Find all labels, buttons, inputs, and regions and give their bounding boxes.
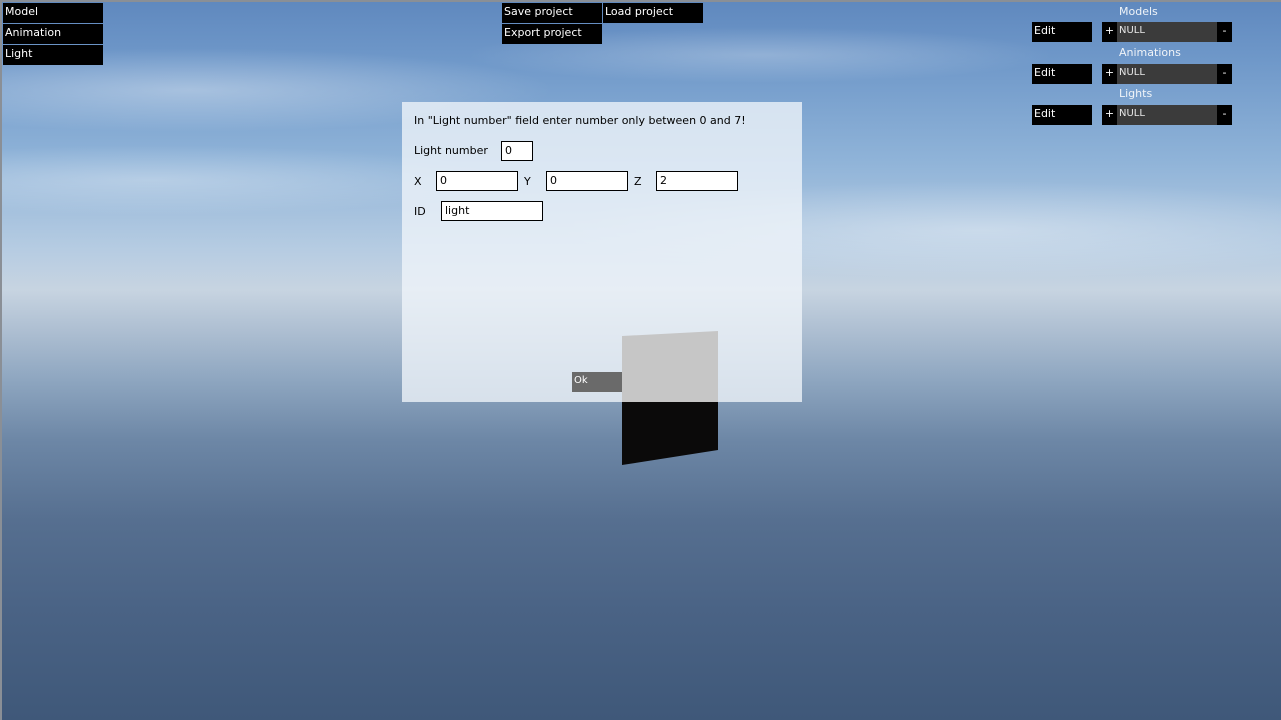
lights-remove-button[interactable]: - bbox=[1217, 105, 1232, 125]
animations-add-button[interactable]: + bbox=[1102, 64, 1117, 84]
lights-select[interactable]: NULL bbox=[1117, 105, 1217, 125]
load-project-button[interactable]: Load project bbox=[603, 3, 703, 23]
models-add-button[interactable]: + bbox=[1102, 22, 1117, 42]
models-edit-button[interactable]: Edit bbox=[1032, 22, 1092, 42]
animations-select[interactable]: NULL bbox=[1117, 64, 1217, 84]
menu-item-animation[interactable]: Animation bbox=[3, 24, 103, 44]
animations-edit-button[interactable]: Edit bbox=[1032, 64, 1092, 84]
menu-item-light[interactable]: Light bbox=[3, 45, 103, 65]
lights-add-button[interactable]: + bbox=[1102, 105, 1117, 125]
models-title: Models bbox=[1119, 5, 1158, 18]
animations-title: Animations bbox=[1119, 46, 1181, 59]
models-remove-button[interactable]: - bbox=[1217, 22, 1232, 42]
export-project-button[interactable]: Export project bbox=[502, 24, 602, 44]
plane-dark-face bbox=[622, 395, 718, 465]
models-select[interactable]: NULL bbox=[1117, 22, 1217, 42]
light-dialog: In "Light number" field enter number onl… bbox=[402, 102, 802, 402]
plane-light-face bbox=[622, 331, 718, 402]
animations-remove-button[interactable]: - bbox=[1217, 64, 1232, 84]
menu-item-model[interactable]: Model bbox=[3, 3, 103, 23]
lights-edit-button[interactable]: Edit bbox=[1032, 105, 1092, 125]
lights-title: Lights bbox=[1119, 87, 1153, 100]
save-project-button[interactable]: Save project bbox=[502, 3, 602, 23]
